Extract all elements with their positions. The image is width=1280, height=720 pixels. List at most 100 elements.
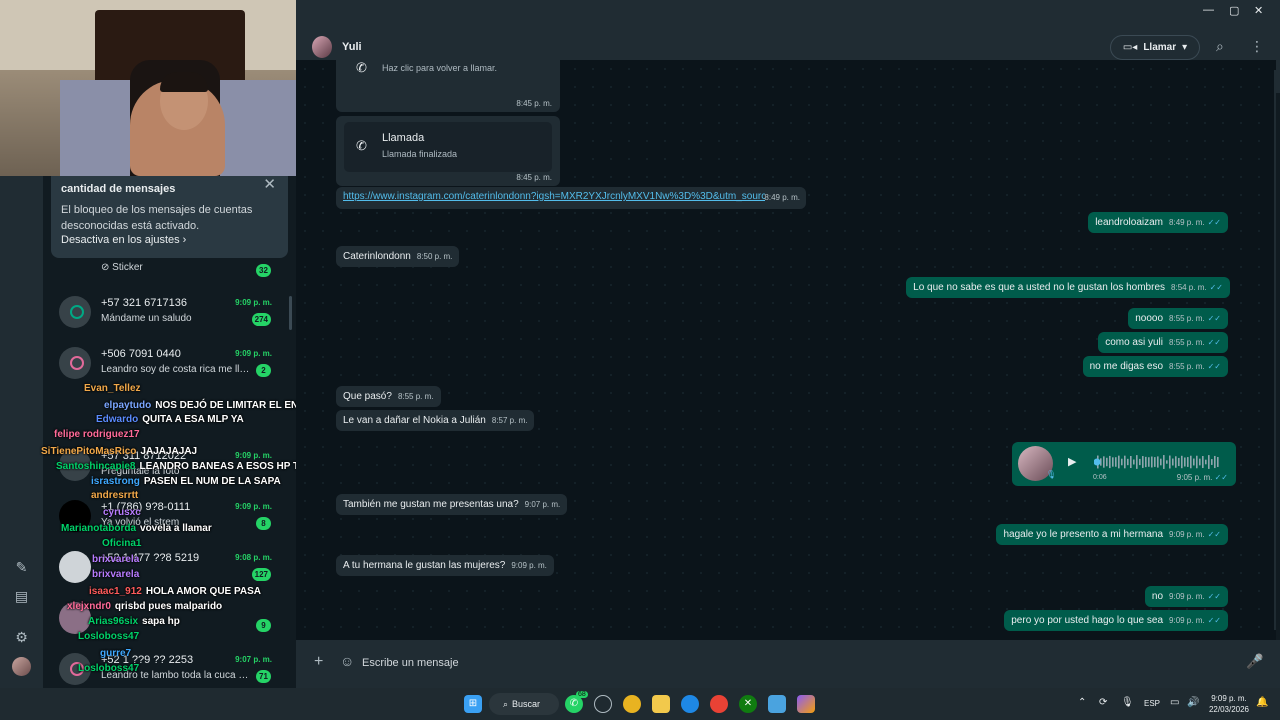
mic-icon[interactable]: 🎙 [1121, 697, 1134, 708]
chat-time: 9:07 p. m. [235, 655, 272, 664]
audio-waveform[interactable] [1094, 455, 1220, 469]
incoming-message[interactable]: Que pasó? 8:55 p. m. [336, 386, 441, 407]
voice-duration: 0:06 [1093, 474, 1107, 481]
sync-icon[interactable]: ⟳ [1099, 697, 1107, 708]
outgoing-message[interactable]: Lo que no sabe es que a usted no le gust… [906, 277, 1230, 298]
copilot-icon[interactable] [797, 695, 815, 713]
call-subtitle: Haz clic para volver a llamar. [382, 63, 498, 73]
photos-icon[interactable] [768, 695, 786, 713]
search-icon[interactable]: ⌕ [1216, 38, 1224, 55]
chat-list-scrollbar[interactable] [289, 296, 292, 330]
outgoing-message[interactable]: hagale yo le presento a mi hermana 9:09 p… [996, 524, 1228, 545]
call-button[interactable]: ▭◂ Llamar ▾ [1110, 35, 1200, 60]
message-text: Le van a dañar el Nokia a Julián [343, 415, 486, 426]
gear-icon[interactable]: ⚙ [13, 629, 30, 646]
instagram-link[interactable]: https://www.instagram.com/caterinlondonn… [343, 191, 765, 202]
chat-item[interactable]: +57 321 6717136 Mándame un saludo 9:09 p… [43, 287, 296, 337]
notice-settings-link[interactable]: Desactiva en los ajustes › [61, 234, 278, 246]
network-icon[interactable]: ▭ [1170, 697, 1179, 708]
message-time: 8:49 p. m. [1169, 218, 1205, 227]
play-icon[interactable]: ▶ [1068, 455, 1076, 468]
folder-icon[interactable] [652, 695, 670, 713]
stream-chat-message: JAJAJAJAJ [140, 446, 198, 457]
edit-icon[interactable]: ✎ [13, 559, 30, 576]
microphone-icon[interactable]: 🎤 [1246, 653, 1263, 670]
stream-chat-line: israstrong PASEN EL NUM DE LA SAPA [91, 476, 281, 487]
chat-preview: ⊘ Sticker [101, 262, 143, 273]
stream-chat-line: cyrusxc [103, 507, 145, 518]
outgoing-message[interactable]: no 9:09 p. m. ✓✓ [1144, 586, 1228, 607]
message-time: 9:05 p. m. ✓✓ [1176, 473, 1228, 482]
stream-chat-user: israstrong [91, 476, 140, 487]
outgoing-message[interactable]: pero yo por usted hago lo que sea 9:09 p.… [1004, 610, 1228, 631]
stream-chat-user: Losloboss47 [78, 631, 140, 642]
chat-item[interactable]: +52 1 477 ??8 5219 9:08 p. m. 127 [43, 542, 296, 592]
edge-icon[interactable] [681, 695, 699, 713]
chevron-up-icon[interactable]: ⌃ [1078, 697, 1086, 708]
language-indicator[interactable]: ESP [1144, 699, 1160, 708]
outgoing-message[interactable]: noooo 8:55 p. m. ✓✓ [1128, 308, 1228, 329]
chat-time: 9:09 p. m. [235, 349, 272, 358]
stream-chat-line: Santoshincapie8 LEANDRO BANEAS A ESOS HP … [56, 461, 309, 472]
stream-chat-line: SiTienePitoMasRico JAJAJAJAJ [41, 446, 197, 457]
call-message[interactable]: ✆ Llamada Llamada finalizada 8:45 p. m. [336, 116, 560, 186]
unread-badge: 8 [256, 517, 271, 530]
contact-avatar[interactable] [312, 36, 332, 58]
stream-chat-user: SiTienePitoMasRico [41, 446, 137, 457]
outgoing-message[interactable]: leandroloaizam 8:49 p. m. ✓✓ [1088, 212, 1228, 233]
read-receipt-icon: ✓✓ [1207, 592, 1221, 601]
incoming-message[interactable]: A tu hermana le gustan las mujeres? 9:09 … [336, 555, 554, 576]
unread-badge: 71 [256, 670, 271, 683]
incoming-message[interactable]: Le van a dañar el Nokia a Julián 8:57 p. … [336, 410, 535, 431]
message-time: 9:09 p. m. [1169, 616, 1205, 625]
maximize-icon[interactable]: ▢ [1229, 4, 1239, 17]
unread-badge: 2 [256, 364, 271, 377]
taskbar-search[interactable]: ⌕ Buscar [489, 693, 559, 715]
taskbar-clock[interactable]: 9:09 p. m. 22/03/2026 [1208, 693, 1250, 715]
more-options-icon[interactable]: ⋮ [1250, 38, 1264, 55]
minimize-icon[interactable]: — [1203, 4, 1214, 16]
message-text: Que pasó? [343, 391, 392, 402]
notification-icon[interactable]: 🔔 [1256, 697, 1268, 708]
emoji-icon[interactable]: ☺ [340, 653, 354, 669]
stream-chat-user: Edwardo [96, 414, 139, 425]
close-window-icon[interactable]: ✕ [1254, 4, 1263, 17]
unread-badge: 127 [251, 568, 271, 581]
chrome-icon[interactable] [710, 695, 728, 713]
incoming-message[interactable]: También me gustan me presentas una? 9:07 … [336, 494, 568, 515]
message-time: 8:49 p. m. [764, 193, 800, 202]
outgoing-message[interactable]: no me digas eso 8:55 p. m. ✓✓ [1082, 356, 1228, 377]
stream-chat-user: cyrusxc [103, 507, 141, 518]
phone-icon: ✆ [356, 60, 367, 75]
archive-icon[interactable]: ▤ [13, 588, 30, 605]
message-input[interactable] [362, 652, 1222, 674]
message-text: no me digas eso [1089, 361, 1164, 372]
call-message[interactable]: ✆ Haz clic para volver a llamar. 8:45 p.… [336, 60, 560, 112]
incoming-message[interactable]: Caterinlondonn 8:50 p. m. [336, 246, 460, 267]
outgoing-message[interactable]: como asi yuli 8:55 p. m. ✓✓ [1098, 332, 1228, 353]
windows-taskbar: ⊞ ⌕ Buscar ✆ 68 ✕ ⌃ ⟳ 🎙 ESP ▭ 🔊 9:09 p. m… [0, 688, 1280, 720]
xbox-icon[interactable]: ✕ [739, 695, 757, 713]
close-icon[interactable]: ✕ [263, 176, 276, 193]
contact-name[interactable]: Yuli [342, 41, 362, 53]
stream-chat-line: xlejxndr0 qrisbd pues malparido [67, 601, 222, 612]
chat-item[interactable]: +506 7091 0440 Leandro soy de costa rica… [43, 338, 296, 388]
profile-avatar[interactable] [12, 657, 31, 676]
chat-name: +57 321 6717136 [101, 297, 187, 309]
attach-icon[interactable]: + [314, 653, 323, 671]
chrome-icon[interactable] [623, 695, 641, 713]
stream-chat-user: Losloboss47 [78, 663, 140, 674]
unread-badge: 274 [251, 313, 271, 326]
message-time: 9:09 p. m. [1169, 530, 1205, 539]
video-icon: ▭◂ [1122, 42, 1138, 53]
speaker-icon[interactable]: 🔊 [1187, 697, 1199, 708]
voice-message[interactable]: 🎙 ▶ 0:06 9:05 p. m. ✓✓ [1012, 442, 1236, 486]
stream-chat-message: qrisbd pues malparido [114, 601, 223, 612]
app-icon[interactable] [594, 695, 612, 713]
unread-badge: 32 [256, 264, 271, 277]
stream-chat-message: HOLA AMOR QUE PASA [145, 586, 262, 597]
conversation-scrollbar[interactable] [1274, 70, 1276, 630]
stream-chat-user: elpaytudo [104, 400, 152, 411]
clock-date: 22/03/2026 [1208, 705, 1250, 714]
windows-start-icon[interactable]: ⊞ [464, 695, 482, 713]
